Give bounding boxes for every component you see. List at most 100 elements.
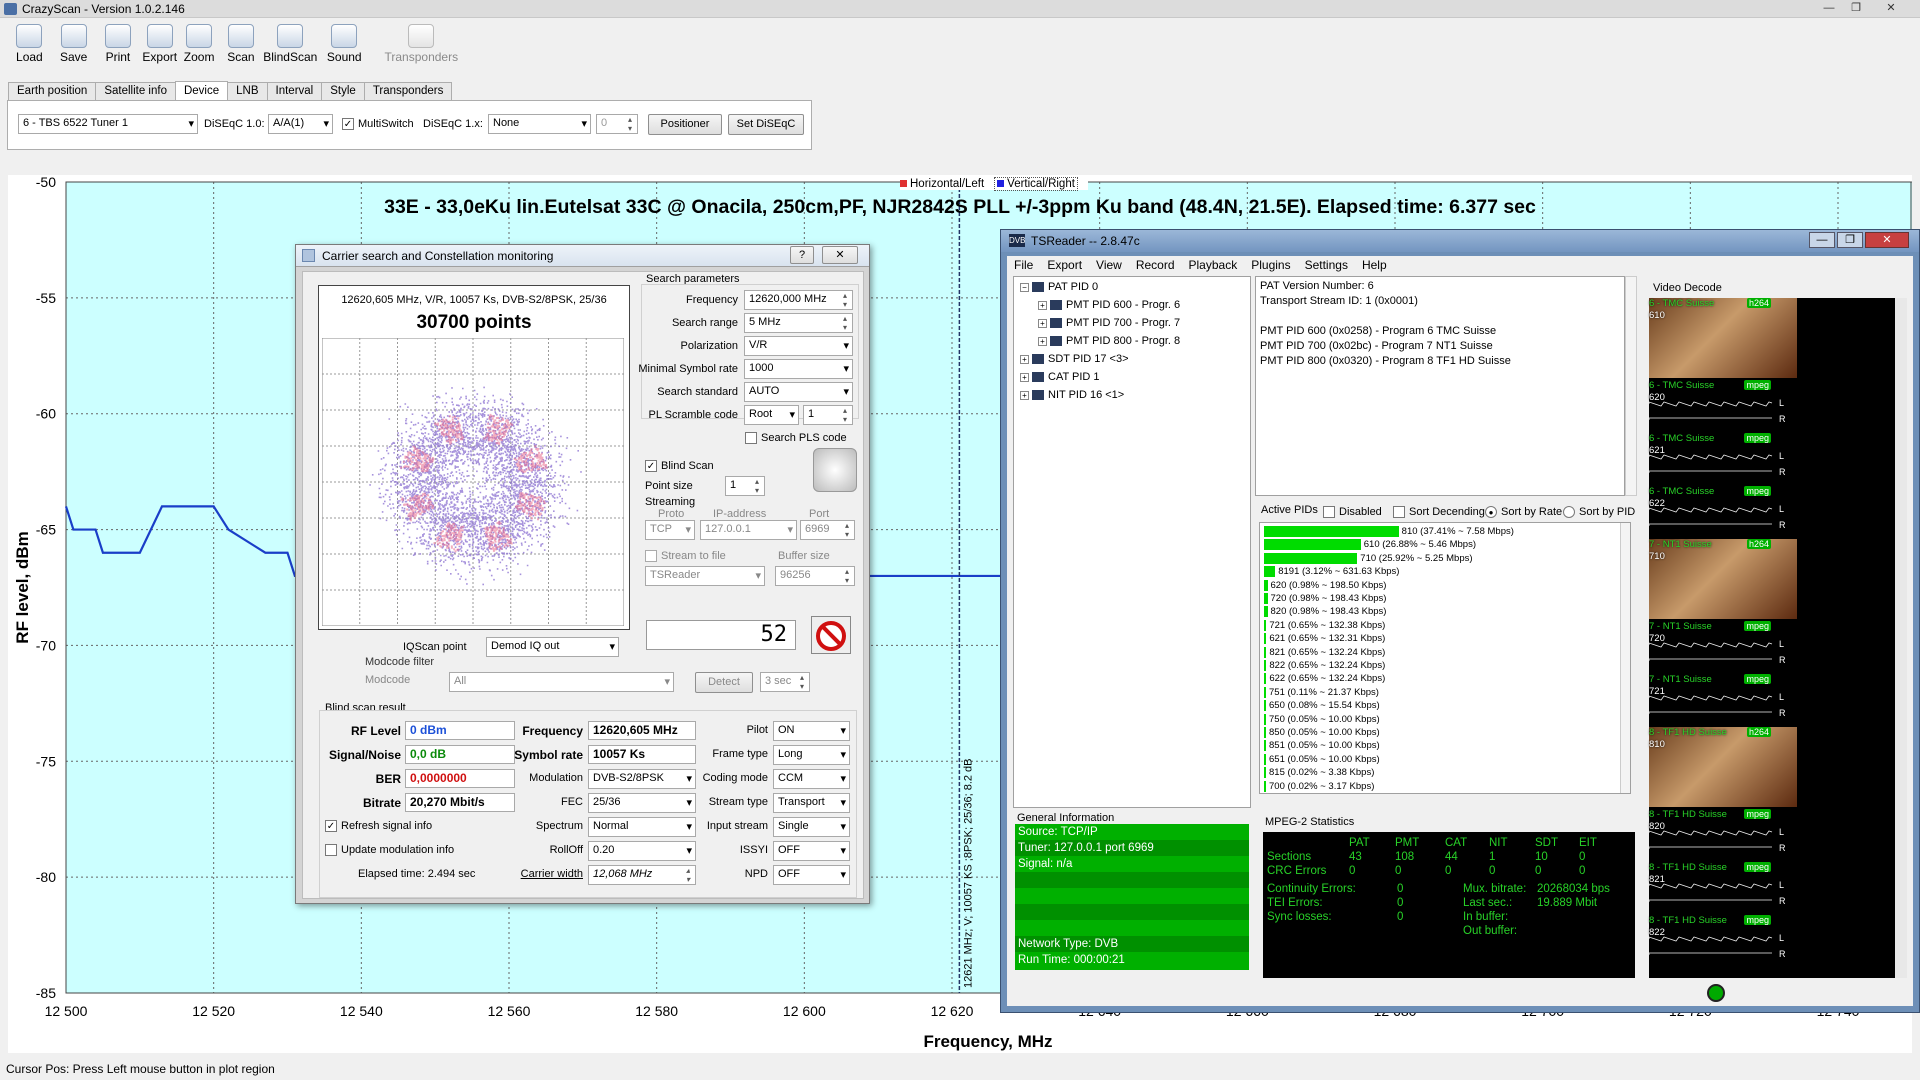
dialog-close-button[interactable]: ✕ [822, 246, 858, 264]
scan-tool-button[interactable]: Scan [219, 22, 263, 70]
tuner-select[interactable]: 6 - TBS 6522 Tuner 1 [18, 114, 198, 134]
update-modulation-checkbox[interactable] [325, 844, 337, 856]
pid-row[interactable]: 810 (37.41% ~ 7.58 Mbps) [1264, 526, 1514, 539]
pid-row[interactable]: 820 (0.98% ~ 198.43 Kbps) [1264, 606, 1386, 619]
proto-select[interactable]: TCP [645, 520, 695, 540]
tsreader-close-button[interactable]: ✕ [1865, 232, 1909, 248]
pid-row[interactable]: 8191 (3.12% ~ 631.63 Kbps) [1264, 566, 1399, 579]
menu-settings[interactable]: Settings [1305, 258, 1348, 272]
tree-item[interactable]: − PAT PID 0 [1020, 281, 1098, 293]
video-decode-item[interactable]: LR 7 - NT1 Suisse 720 mpeg [1649, 621, 1797, 674]
detect-button[interactable]: Detect [695, 672, 753, 693]
tree-item[interactable]: + PMT PID 800 - Progr. 8 [1038, 335, 1180, 347]
video-decode-item[interactable]: LR 8 - TF1 HD Suisse 820 mpeg [1649, 809, 1797, 862]
diseqc10-select[interactable]: A/A(1) [268, 114, 333, 134]
search-range-input[interactable]: 5 MHz [744, 313, 853, 333]
tsreader-maximize-button[interactable]: ❐ [1837, 232, 1863, 248]
stream-type-select[interactable]: Transport [773, 793, 850, 813]
menu-playback[interactable]: Playback [1189, 258, 1238, 272]
pid-row[interactable]: 851 (0.05% ~ 10.00 Kbps) [1264, 740, 1380, 753]
tree-expand-icon[interactable]: + [1020, 354, 1029, 364]
carrier-width-label[interactable]: Carrier width [503, 868, 583, 880]
search-pls-checkbox[interactable] [745, 432, 757, 444]
minimize-button[interactable]: — [1818, 2, 1840, 16]
tab-device[interactable]: Device [174, 81, 229, 101]
tab-lnb[interactable]: LNB [227, 82, 268, 100]
tsreader-select[interactable]: TSReader [645, 566, 765, 586]
multiswitch-checkbox[interactable]: ✓ [342, 118, 354, 130]
tree-expand-icon[interactable]: + [1038, 300, 1047, 310]
tab-style[interactable]: Style [321, 82, 365, 100]
modcode-select[interactable]: All [449, 672, 674, 692]
modulation-select[interactable]: DVB-S2/8PSK [588, 769, 696, 789]
close-button[interactable]: ✕ [1880, 2, 1902, 16]
menu-export[interactable]: Export [1047, 258, 1082, 272]
transponders-tool-button[interactable]: Transponders [381, 22, 461, 70]
tree-expand-icon[interactable]: + [1038, 336, 1047, 346]
save-tool-button[interactable]: Save [52, 22, 96, 70]
tree-item[interactable]: + NIT PID 16 <1> [1020, 389, 1124, 401]
pid-row[interactable]: 621 (0.65% ~ 132.31 Kbps) [1264, 633, 1385, 646]
tree-item[interactable]: + PMT PID 700 - Progr. 7 [1038, 317, 1180, 329]
legend-item[interactable]: Horizontal/Left [900, 178, 984, 190]
pid-tree[interactable]: − PAT PID 0 + PMT PID 600 - Progr. 6 + PMT PI… [1013, 276, 1251, 808]
menu-record[interactable]: Record [1136, 258, 1175, 272]
pid-row[interactable]: 850 (0.05% ~ 10.00 Kbps) [1264, 727, 1380, 740]
set-diseqc-button[interactable]: Set DiSEqC [728, 114, 804, 135]
pid-row[interactable]: 651 (0.05% ~ 10.00 Kbps) [1264, 753, 1380, 767]
pat-scrollbar[interactable] [1625, 276, 1637, 496]
ip-address-select[interactable]: 127.0.0.1 [700, 520, 797, 540]
video-decode-item[interactable]: 7 - NT1 Suisse 710 h264 [1649, 539, 1797, 621]
pilot-select[interactable]: ON [773, 721, 850, 741]
video-decode-item[interactable]: LR 6 - TMC Suisse 621 mpeg [1649, 433, 1797, 486]
satellite-scan-icon[interactable] [813, 448, 857, 492]
menu-file[interactable]: File [1014, 258, 1033, 272]
pid-row[interactable]: 751 (0.11% ~ 21.37 Kbps) [1264, 686, 1379, 700]
tab-earth-position[interactable]: Earth position [8, 82, 97, 100]
tree-expand-icon[interactable]: − [1020, 282, 1029, 292]
refresh-signal-checkbox[interactable]: ✓ [325, 820, 337, 832]
pid-scrollbar[interactable] [1620, 523, 1630, 793]
maximize-button[interactable]: ❐ [1845, 2, 1867, 16]
fec-select[interactable]: 25/36 [588, 793, 696, 813]
print-tool-button[interactable]: Print [96, 22, 140, 70]
stream-to-file-checkbox[interactable] [645, 550, 657, 562]
pid-row[interactable]: 710 (25.92% ~ 5.25 Mbps) [1264, 552, 1473, 566]
help-button[interactable]: ? [790, 246, 814, 264]
point-size-input[interactable]: 1 [725, 476, 765, 496]
diseqc1x-number[interactable]: 0 [596, 114, 638, 134]
pid-row[interactable]: 821 (0.65% ~ 132.24 Kbps) [1264, 646, 1385, 660]
diseqc1x-select[interactable]: None [488, 114, 591, 134]
video-decode-item[interactable]: LR 7 - NT1 Suisse 721 mpeg [1649, 674, 1797, 727]
detect-time[interactable]: 3 sec [760, 672, 810, 692]
min-symbol-rate-select[interactable]: 1000 [744, 359, 853, 379]
disabled-checkbox[interactable] [1323, 506, 1335, 518]
search-standard-select[interactable]: AUTO [744, 382, 853, 402]
tab-satellite-info[interactable]: Satellite info [95, 82, 176, 100]
menu-help[interactable]: Help [1362, 258, 1387, 272]
sort-pid-radio[interactable] [1563, 506, 1575, 518]
positioner-button[interactable]: Positioner [648, 114, 722, 135]
video-decode-item[interactable]: 6 - TMC Suisse 610 h264 [1649, 298, 1797, 380]
tsreader-titlebar[interactable]: DVB TSReader -- 2.8.47c — ❐ ✕ [1001, 230, 1919, 252]
tree-item[interactable]: + SDT PID 17 <3> [1020, 353, 1129, 365]
legend-item[interactable]: Vertical/Right [994, 177, 1078, 191]
pid-row[interactable]: 822 (0.65% ~ 132.24 Kbps) [1264, 660, 1385, 673]
input-stream-select[interactable]: Single [773, 817, 850, 837]
issyi-select[interactable]: OFF [773, 841, 850, 861]
video-decode-item[interactable]: LR 6 - TMC Suisse 622 mpeg [1649, 486, 1797, 539]
video-scrollbar[interactable] [1895, 298, 1907, 978]
tab-transponders[interactable]: Transponders [363, 82, 453, 100]
pid-row[interactable]: 610 (26.88% ~ 5.46 Mbps) [1264, 539, 1476, 552]
video-decode-item[interactable]: LR 8 - TF1 HD Suisse 822 mpeg [1649, 915, 1797, 968]
video-decode-item[interactable]: LR 8 - TF1 HD Suisse 821 mpeg [1649, 862, 1797, 915]
tree-expand-icon[interactable]: + [1038, 318, 1047, 328]
tree-expand-icon[interactable]: + [1020, 390, 1029, 400]
tree-item[interactable]: + CAT PID 1 [1020, 371, 1100, 383]
pid-row[interactable]: 650 (0.08% ~ 15.54 Kbps) [1264, 700, 1380, 713]
tree-item[interactable]: + PMT PID 600 - Progr. 6 [1038, 299, 1180, 311]
load-tool-button[interactable]: Load [7, 22, 51, 70]
coding-mode-select[interactable]: CCM [773, 769, 850, 789]
polarization-select[interactable]: V/R [744, 336, 853, 356]
pid-row[interactable]: 720 (0.98% ~ 198.43 Kbps) [1264, 593, 1386, 606]
